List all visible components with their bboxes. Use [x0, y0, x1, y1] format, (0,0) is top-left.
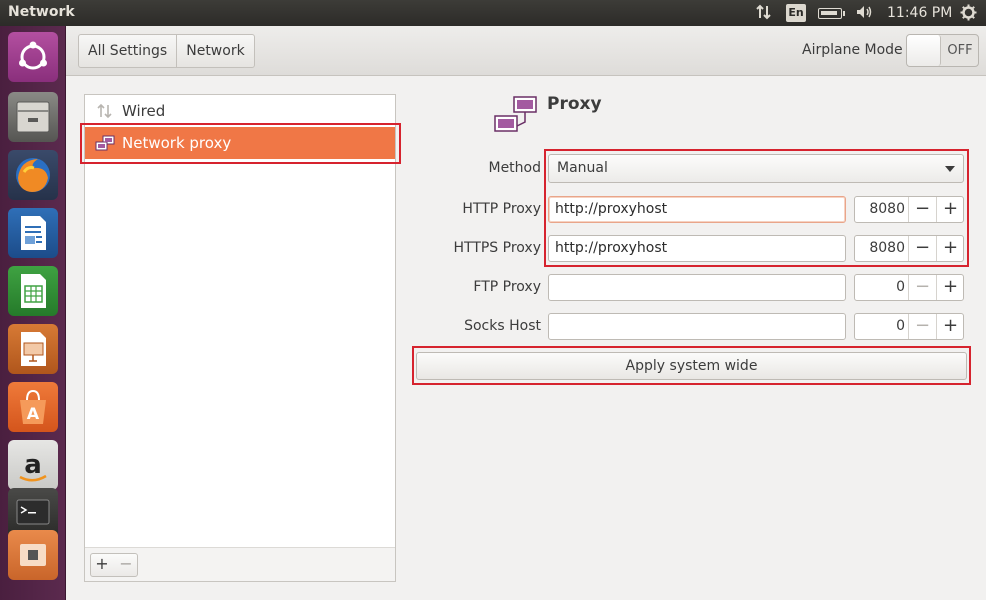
add-remove-group: + − [90, 553, 138, 577]
socks-port-value[interactable]: 0 [855, 314, 907, 339]
svg-text:A: A [27, 404, 40, 423]
svg-text:a: a [24, 450, 42, 480]
https-proxy-label: HTTPS Proxy [453, 240, 541, 256]
https-port-value[interactable]: 8080 [855, 236, 907, 261]
gear-icon[interactable] [960, 4, 977, 25]
writer-icon[interactable] [8, 208, 58, 258]
network-breadcrumb-button[interactable]: Network [176, 35, 253, 67]
firefox-icon[interactable] [8, 150, 58, 200]
amazon-icon[interactable]: a [8, 440, 58, 490]
window-title: Network [8, 4, 75, 20]
toggle-state: OFF [947, 43, 973, 58]
proxy-large-icon [494, 96, 538, 138]
ftp-port-stepper[interactable]: 0 − + [854, 274, 964, 301]
socks-port-stepper[interactable]: 0 − + [854, 313, 964, 340]
socks-host-input[interactable] [548, 313, 846, 340]
software-center-icon[interactable]: A [8, 382, 58, 432]
battery-icon[interactable] [818, 8, 845, 19]
https-port-stepper[interactable]: 8080 − + [854, 235, 964, 262]
toggle-knob [907, 35, 941, 66]
system-settings-icon[interactable] [8, 530, 58, 580]
socks-port-increment[interactable]: + [936, 314, 964, 339]
socks-host-label: Socks Host [464, 318, 541, 334]
wired-icon [95, 103, 115, 119]
clock[interactable]: 11:46 PM [887, 5, 952, 21]
method-combo[interactable]: Manual [548, 154, 964, 183]
airplane-mode-label: Airplane Mode [802, 42, 903, 58]
http-port-stepper[interactable]: 8080 − + [854, 196, 964, 223]
http-proxy-input[interactable]: http://proxyhost [548, 196, 846, 223]
http-port-value[interactable]: 8080 [855, 197, 907, 222]
calc-icon[interactable] [8, 266, 58, 316]
impress-icon[interactable] [8, 324, 58, 374]
http-port-increment[interactable]: + [936, 197, 964, 222]
airplane-mode-toggle[interactable]: OFF [906, 34, 979, 67]
socks-port-decrement[interactable]: − [908, 314, 936, 339]
chevron-down-icon [945, 166, 955, 172]
http-proxy-label: HTTP Proxy [462, 201, 541, 217]
top-panel: Network En 11:46 PM [0, 0, 986, 26]
list-item-label: Network proxy [122, 134, 232, 152]
files-icon[interactable] [8, 92, 58, 142]
list-item-label: Wired [122, 102, 166, 120]
ftp-port-decrement[interactable]: − [908, 275, 936, 300]
ftp-proxy-input[interactable] [548, 274, 846, 301]
remove-button[interactable]: − [115, 554, 137, 576]
volume-icon[interactable] [855, 4, 873, 24]
list-item-network-proxy[interactable]: Network proxy [85, 127, 395, 159]
header-bar: All Settings Network Airplane Mode OFF [66, 26, 986, 76]
proxy-icon [95, 135, 115, 151]
method-label: Method [488, 160, 541, 176]
add-button[interactable]: + [91, 554, 113, 576]
proxy-title: Proxy [547, 94, 602, 114]
list-item-wired[interactable]: Wired [85, 95, 395, 127]
breadcrumb: All Settings Network [78, 34, 255, 68]
list-toolbar: + − [85, 547, 395, 581]
https-port-increment[interactable]: + [936, 236, 964, 261]
device-list: Wired Network proxy + − [84, 94, 396, 582]
https-proxy-input[interactable]: http://proxyhost [548, 235, 846, 262]
ftp-proxy-label: FTP Proxy [473, 279, 541, 295]
http-port-decrement[interactable]: − [908, 197, 936, 222]
launcher: A a [0, 26, 66, 600]
apply-system-wide-button[interactable]: Apply system wide [416, 352, 967, 380]
method-value: Manual [557, 160, 608, 176]
ftp-port-value[interactable]: 0 [855, 275, 907, 300]
network-arrows-icon[interactable] [756, 4, 772, 24]
ftp-port-increment[interactable]: + [936, 275, 964, 300]
ubuntu-dash-icon[interactable] [8, 32, 58, 82]
keyboard-layout-indicator[interactable]: En [786, 4, 806, 22]
https-port-decrement[interactable]: − [908, 236, 936, 261]
all-settings-button[interactable]: All Settings [79, 35, 176, 67]
